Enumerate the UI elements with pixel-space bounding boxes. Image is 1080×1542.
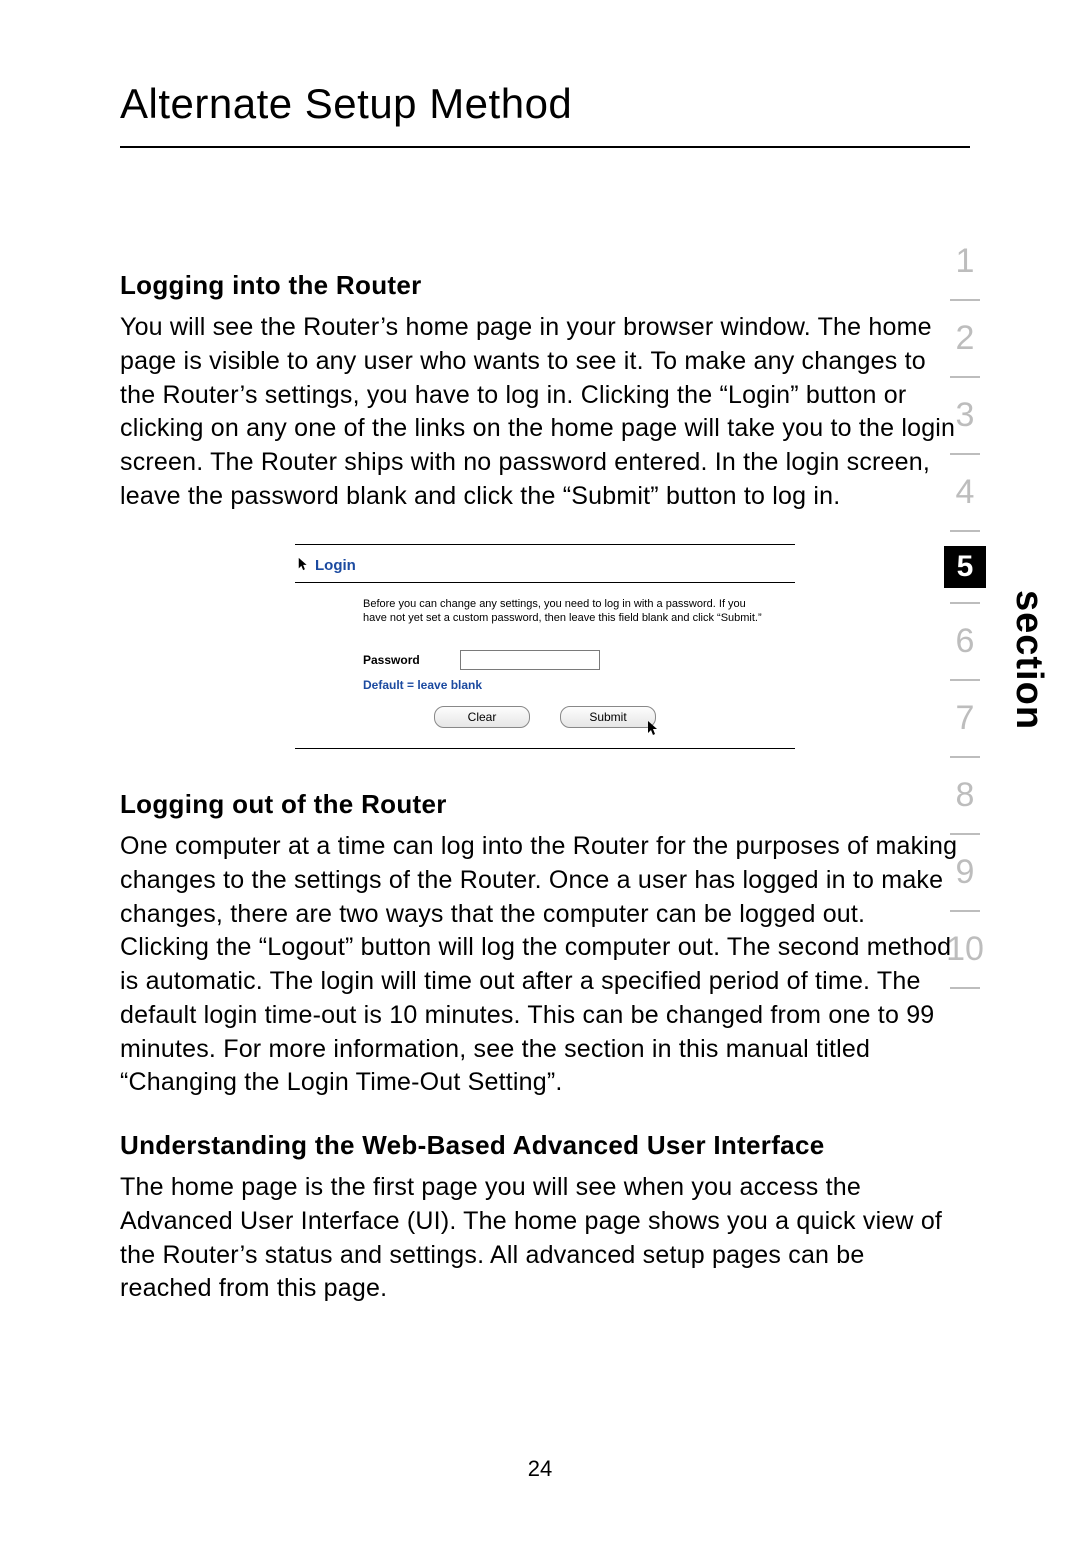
- clear-button[interactable]: Clear: [434, 706, 530, 728]
- paragraph-logging-in: You will see the Router’s home page in y…: [120, 311, 960, 514]
- page-number: 24: [0, 1456, 1080, 1482]
- submit-button[interactable]: Submit: [560, 706, 656, 728]
- password-default-hint: Default = leave blank: [363, 678, 795, 692]
- paragraph-understanding-ui: The home page is the first page you will…: [120, 1171, 960, 1306]
- password-label: Password: [363, 653, 420, 667]
- login-link[interactable]: Login: [297, 557, 356, 575]
- paragraph-logging-out: One computer at a time can log into the …: [120, 830, 960, 1100]
- password-input[interactable]: [460, 650, 600, 670]
- cursor-icon: [297, 557, 311, 575]
- page-title: Alternate Setup Method: [120, 80, 970, 128]
- heading-understanding-ui: Understanding the Web-Based Advanced Use…: [120, 1130, 970, 1161]
- section-label: section: [1007, 590, 1050, 730]
- login-screenshot: Login Before you can change any settings…: [295, 544, 795, 750]
- heading-logging-out: Logging out of the Router: [120, 789, 970, 820]
- cursor-icon: [646, 720, 662, 736]
- title-rule: [120, 146, 970, 148]
- login-link-label: Login: [315, 557, 356, 574]
- heading-logging-in: Logging into the Router: [120, 270, 970, 301]
- login-instructions: Before you can change any settings, you …: [363, 597, 763, 627]
